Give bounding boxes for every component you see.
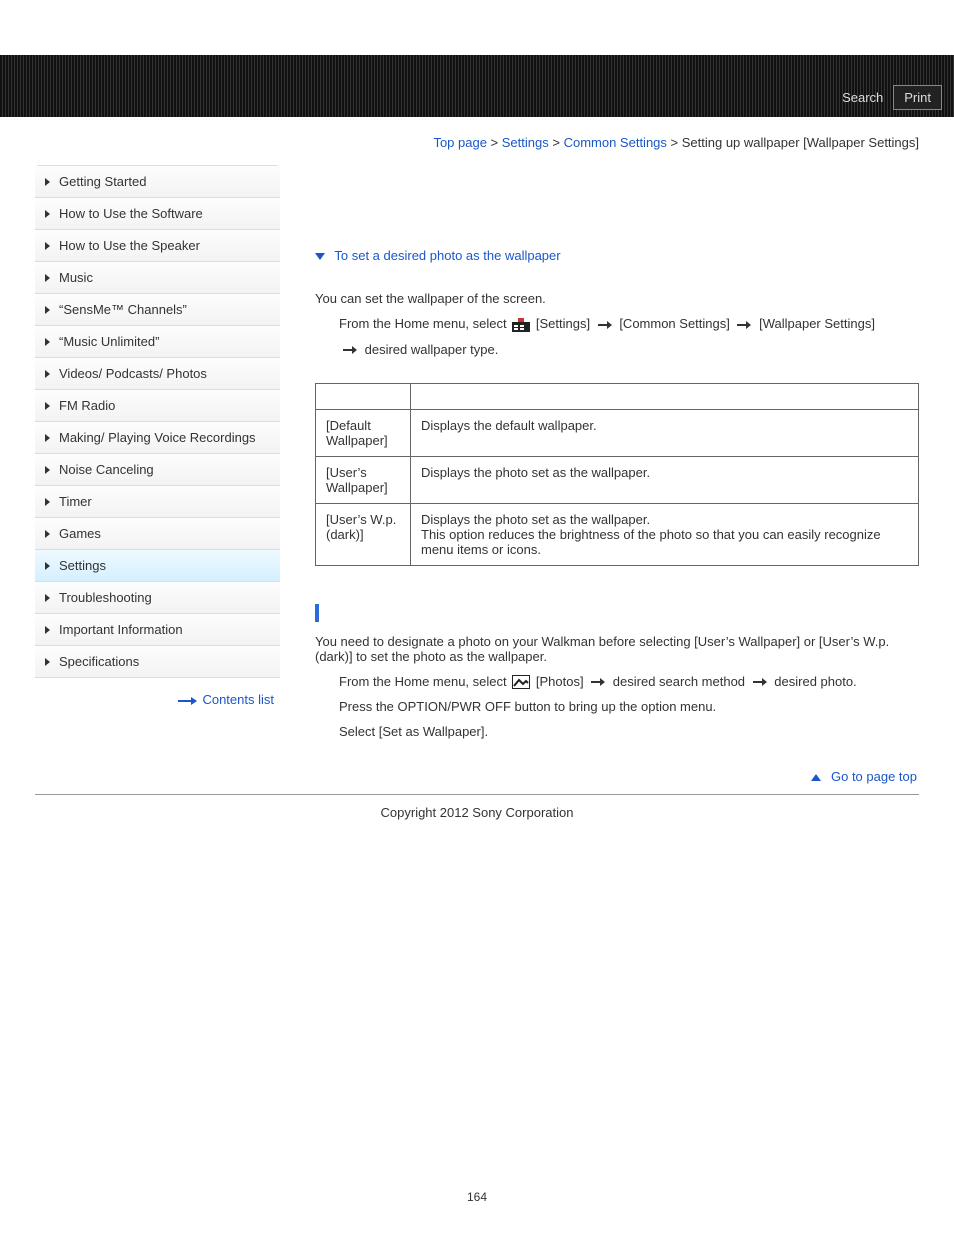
option-name: [User’s W.p.(dark)] xyxy=(316,503,411,565)
step-text: desired wallpaper type. xyxy=(365,342,499,357)
sidebar-item-label: “Music Unlimited” xyxy=(59,334,159,349)
table-row: [User’s W.p.(dark)] Displays the photo s… xyxy=(316,503,919,565)
sidebar-item-label: Troubleshooting xyxy=(59,590,152,605)
sidebar-item-music[interactable]: Music xyxy=(35,262,280,294)
sidebar-item-specs[interactable]: Specifications xyxy=(35,646,280,678)
arrow-right-icon xyxy=(343,347,357,353)
sidebar-item-label: Music xyxy=(59,270,93,285)
sidebar-item-voice[interactable]: Making/ Playing Voice Recordings xyxy=(35,422,280,454)
procedure-step: Press the OPTION/PWR OFF button to bring… xyxy=(339,699,919,714)
table-header xyxy=(316,383,411,409)
header-banner: Search Print xyxy=(0,55,954,117)
sidebar-item-timer[interactable]: Timer xyxy=(35,486,280,518)
step-text: [Settings] xyxy=(536,316,590,331)
sidebar-item-label: Videos/ Podcasts/ Photos xyxy=(59,366,207,381)
table-row: [User’s Wallpaper] Displays the photo se… xyxy=(316,456,919,503)
sidebar-item-label: “SensMe™ Channels” xyxy=(59,302,187,317)
anchor-label: To set a desired photo as the wallpaper xyxy=(334,248,560,263)
sidebar-item-speaker[interactable]: How to Use the Speaker xyxy=(35,230,280,262)
arrow-right-icon xyxy=(598,322,612,328)
sidebar-item-label: How to Use the Software xyxy=(59,206,203,221)
arrow-right-icon xyxy=(178,700,196,702)
note-marker-icon xyxy=(315,604,319,622)
sidebar-item-label: Specifications xyxy=(59,654,139,669)
sidebar-item-label: Timer xyxy=(59,494,92,509)
go-to-top-label: Go to page top xyxy=(831,769,917,784)
sidebar-item-troubleshooting[interactable]: Troubleshooting xyxy=(35,582,280,614)
option-desc: Displays the default wallpaper. xyxy=(411,409,919,456)
sidebar-item-label: Noise Canceling xyxy=(59,462,154,477)
table-row: [Default Wallpaper] Displays the default… xyxy=(316,409,919,456)
sidebar-item-label: Making/ Playing Voice Recordings xyxy=(59,430,256,445)
arrow-right-icon xyxy=(753,679,767,685)
option-name: [User’s Wallpaper] xyxy=(316,456,411,503)
sidebar-item-videos[interactable]: Videos/ Podcasts/ Photos xyxy=(35,358,280,390)
contents-list-label: Contents list xyxy=(202,692,274,707)
step-text: [Photos] xyxy=(536,674,587,689)
sidebar-item-software[interactable]: How to Use the Software xyxy=(35,198,280,230)
sidebar-nav: Getting Started How to Use the Software … xyxy=(35,165,280,678)
breadcrumb-sep: > xyxy=(487,135,502,150)
step-text: [Common Settings] xyxy=(619,316,733,331)
step-text: desired search method xyxy=(613,674,749,689)
section-anchor[interactable]: To set a desired photo as the wallpaper xyxy=(315,248,919,263)
copyright-text: Copyright 2012 Sony Corporation xyxy=(0,795,954,820)
sidebar-item-label: Important Information xyxy=(59,622,183,637)
step-text: From the Home menu, select xyxy=(339,316,510,331)
option-desc: Displays the photo set as the wallpaper. xyxy=(411,456,919,503)
sidebar-item-label: Getting Started xyxy=(59,174,146,189)
photos-icon xyxy=(512,675,530,689)
sidebar-item-label: FM Radio xyxy=(59,398,115,413)
sidebar-item-settings[interactable]: Settings xyxy=(35,550,280,582)
print-button[interactable]: Print xyxy=(893,85,942,110)
sidebar-item-sensme[interactable]: “SensMe™ Channels” xyxy=(35,294,280,326)
sidebar-item-label: Settings xyxy=(59,558,106,573)
sidebar-item-getting-started[interactable]: Getting Started xyxy=(35,166,280,198)
procedure-step: From the Home menu, select [Settings] [C… xyxy=(339,316,919,332)
breadcrumb-current: Setting up wallpaper [Wallpaper Settings… xyxy=(682,135,919,150)
arrow-right-icon xyxy=(737,322,751,328)
sidebar-item-label: How to Use the Speaker xyxy=(59,238,200,253)
contents-list-link[interactable]: Contents list xyxy=(35,678,280,707)
sidebar-item-important[interactable]: Important Information xyxy=(35,614,280,646)
option-desc: Displays the photo set as the wallpaper.… xyxy=(411,503,919,565)
go-to-top-link[interactable]: Go to page top xyxy=(315,765,919,794)
page-number: 164 xyxy=(0,820,954,1204)
search-link[interactable]: Search xyxy=(842,90,883,105)
procedure-step: From the Home menu, select [Photos] desi… xyxy=(339,674,919,690)
breadcrumb-sep: > xyxy=(667,135,682,150)
arrow-right-icon xyxy=(591,679,605,685)
table-header xyxy=(411,383,919,409)
procedure-step: desired wallpaper type. xyxy=(339,342,919,357)
settings-icon xyxy=(512,318,530,332)
sidebar-item-label: Games xyxy=(59,526,101,541)
sidebar-item-games[interactable]: Games xyxy=(35,518,280,550)
step-text: From the Home menu, select xyxy=(339,674,510,689)
breadcrumb-sep: > xyxy=(549,135,564,150)
step-text: [Wallpaper Settings] xyxy=(759,316,875,331)
note-text: You need to designate a photo on your Wa… xyxy=(315,634,919,664)
step-text: desired photo. xyxy=(774,674,856,689)
procedure-step: Select [Set as Wallpaper]. xyxy=(339,724,919,739)
intro-text: You can set the wallpaper of the screen. xyxy=(315,291,919,306)
sidebar-item-music-unlimited[interactable]: “Music Unlimited” xyxy=(35,326,280,358)
sidebar-item-noise[interactable]: Noise Canceling xyxy=(35,454,280,486)
breadcrumb-link[interactable]: Settings xyxy=(502,135,549,150)
options-table: [Default Wallpaper] Displays the default… xyxy=(315,383,919,566)
breadcrumb: Top page > Settings > Common Settings > … xyxy=(0,117,954,150)
sidebar-item-fm[interactable]: FM Radio xyxy=(35,390,280,422)
breadcrumb-link[interactable]: Top page xyxy=(433,135,487,150)
breadcrumb-link[interactable]: Common Settings xyxy=(564,135,667,150)
option-name: [Default Wallpaper] xyxy=(316,409,411,456)
